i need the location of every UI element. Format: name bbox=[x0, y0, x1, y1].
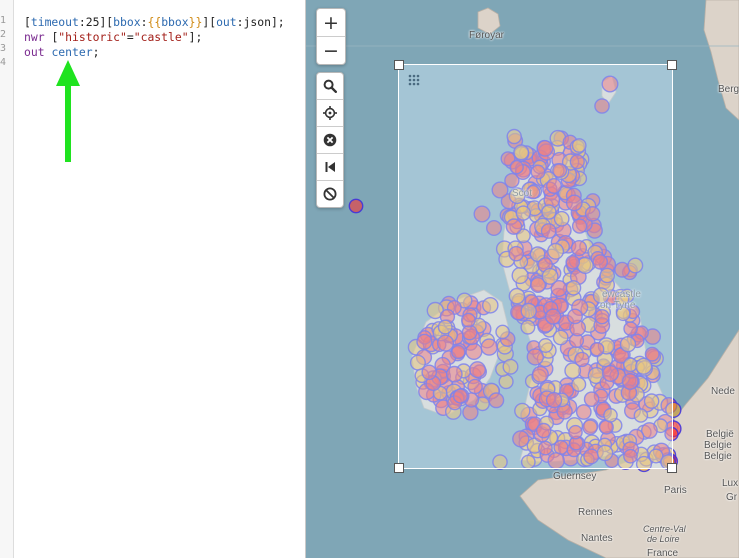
code-token: ][ bbox=[202, 15, 217, 29]
hide-data-button[interactable] bbox=[317, 181, 343, 207]
code-token: out bbox=[24, 45, 52, 59]
bbox-selection[interactable] bbox=[398, 64, 673, 469]
code-token: ]; bbox=[270, 15, 285, 29]
place-label: de Loire bbox=[647, 534, 680, 544]
code-token: :25 bbox=[78, 15, 100, 29]
code-token: "castle" bbox=[133, 30, 189, 44]
code-token: nwr bbox=[24, 30, 52, 44]
map-tools bbox=[316, 72, 344, 208]
locate-me-button[interactable] bbox=[317, 100, 343, 127]
crosshair-icon bbox=[323, 106, 337, 120]
line-number: 1 bbox=[0, 15, 6, 26]
code-token: {{ bbox=[147, 15, 162, 29]
code-token: ]; bbox=[188, 30, 203, 44]
code-token: ; bbox=[92, 45, 100, 59]
zoom-out-button[interactable]: − bbox=[317, 37, 345, 64]
code-token: bbox bbox=[113, 15, 141, 29]
line-number: 3 bbox=[0, 43, 6, 54]
annotation-arrow-icon bbox=[56, 60, 80, 162]
place-label: Belgie bbox=[704, 440, 732, 451]
place-label: Guernsey bbox=[553, 471, 597, 482]
code-line[interactable]: out center; bbox=[24, 45, 99, 59]
place-label: Centre-Val bbox=[643, 524, 686, 534]
ban-icon bbox=[323, 187, 337, 201]
resize-handle-bottom-right[interactable] bbox=[667, 463, 677, 473]
line-number-gutter: 1 2 3 4 bbox=[0, 0, 14, 558]
resize-handle-top-right[interactable] bbox=[667, 60, 677, 70]
zoom-to-data-button[interactable] bbox=[317, 73, 343, 100]
query-editor[interactable]: 1 2 3 4 [timeout:25][bbox:{{bbox}}][out:… bbox=[0, 0, 306, 558]
place-label: Nede bbox=[711, 386, 735, 397]
clear-data-button[interactable] bbox=[317, 127, 343, 154]
place-label: Lux bbox=[722, 478, 739, 489]
code-token: :json bbox=[236, 15, 271, 29]
place-label: Belgie bbox=[704, 451, 732, 462]
search-icon bbox=[323, 79, 337, 93]
line-number: 4 bbox=[0, 57, 6, 68]
place-label: Rennes bbox=[578, 507, 613, 518]
place-label: België bbox=[706, 429, 734, 440]
zoom-control: + − bbox=[316, 8, 346, 65]
zoom-in-button[interactable]: + bbox=[317, 9, 345, 37]
place-label: Gr bbox=[726, 492, 738, 503]
skip-back-icon bbox=[325, 162, 335, 172]
code-line[interactable]: [timeout:25][bbox:{{bbox}}][out:json]; bbox=[24, 15, 285, 29]
restore-view-button[interactable] bbox=[317, 154, 343, 181]
resize-handle-bottom-left[interactable] bbox=[394, 463, 404, 473]
code-token: "historic" bbox=[58, 30, 127, 44]
resize-handle-top-left[interactable] bbox=[394, 60, 404, 70]
code-token: = bbox=[126, 30, 134, 44]
place-label: France bbox=[647, 548, 679, 558]
code-token: timeout bbox=[30, 15, 79, 29]
place-label: Føroyar bbox=[469, 30, 504, 41]
place-label: Paris bbox=[664, 485, 687, 496]
code-token: ][ bbox=[99, 15, 114, 29]
code-token: out bbox=[216, 15, 237, 29]
code-line[interactable]: nwr ["historic"="castle"]; bbox=[24, 30, 202, 44]
code-token: }} bbox=[188, 15, 203, 29]
castle-marker[interactable] bbox=[348, 198, 364, 214]
map-view[interactable]: Føroyar Berg Scot ewcastle on Tyne Guern… bbox=[306, 0, 739, 558]
code-token: bbox bbox=[161, 15, 189, 29]
code-token: [ bbox=[24, 15, 31, 29]
code-token: center bbox=[51, 45, 93, 59]
place-label: Berg bbox=[718, 84, 739, 95]
drag-handle-icon[interactable] bbox=[407, 73, 421, 87]
place-label: Nantes bbox=[581, 533, 613, 544]
close-circle-icon bbox=[323, 133, 337, 147]
line-number: 2 bbox=[0, 29, 6, 40]
